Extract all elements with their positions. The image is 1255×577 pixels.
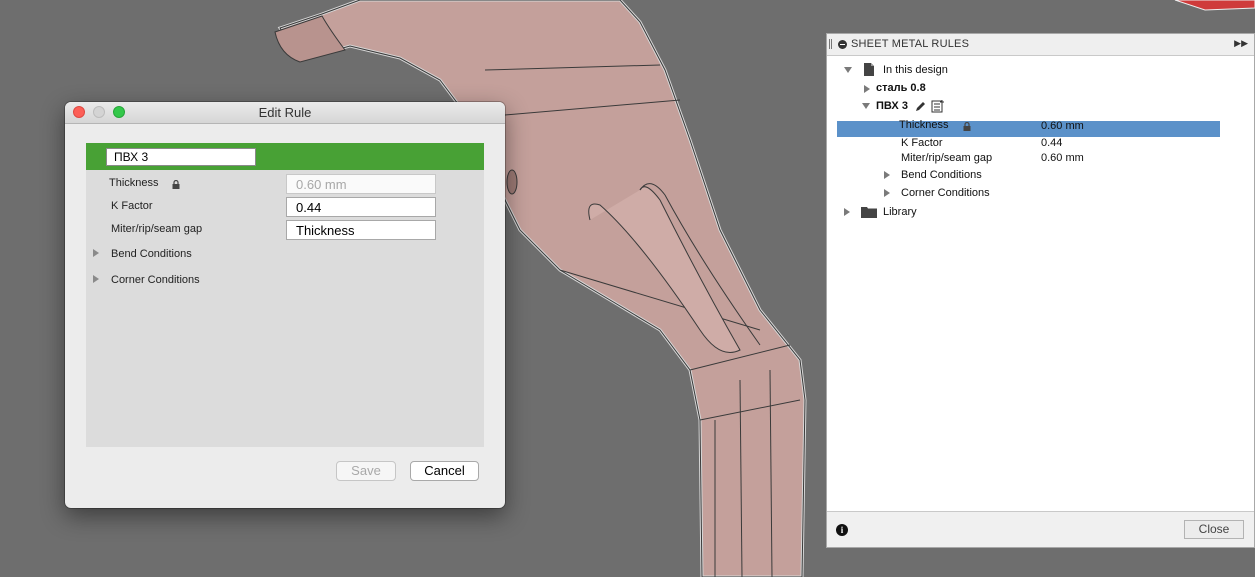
library-label[interactable]: Library bbox=[883, 206, 917, 218]
thickness-field: 0.60 mm bbox=[286, 174, 436, 194]
k-factor-label: K Factor bbox=[901, 137, 943, 149]
folder-icon bbox=[861, 207, 877, 218]
rules-tree: In this design сталь 0.8 ПВХ 3 Thickness… bbox=[827, 56, 1254, 511]
rule-name-bar: ПВХ 3 bbox=[86, 143, 484, 170]
rule-1-item[interactable]: сталь 0.8 bbox=[876, 82, 926, 94]
miter-gap-label: Miter/rip/seam gap bbox=[111, 223, 203, 235]
k-factor-field[interactable]: 0.44 bbox=[286, 197, 436, 217]
close-button[interactable]: Close bbox=[1184, 520, 1244, 539]
corner-conditions-expand-icon[interactable] bbox=[884, 189, 890, 197]
panel-footer: i Close bbox=[827, 511, 1254, 547]
k-factor-value: 0.44 bbox=[1041, 137, 1063, 149]
corner-conditions-item[interactable]: Corner Conditions bbox=[901, 187, 990, 199]
thickness-label: Thickness bbox=[109, 177, 159, 189]
bend-conditions-expand-icon[interactable] bbox=[93, 249, 99, 257]
rule-2-collapse-icon[interactable] bbox=[862, 103, 870, 109]
in-this-design-label[interactable]: In this design bbox=[883, 64, 948, 76]
corner-conditions-label[interactable]: Corner Conditions bbox=[111, 274, 200, 286]
bend-conditions-expand-icon[interactable] bbox=[884, 171, 890, 179]
collapse-icon[interactable] bbox=[838, 40, 847, 49]
cancel-button[interactable]: Cancel bbox=[410, 461, 479, 481]
k-factor-label: K Factor bbox=[111, 200, 153, 212]
rule-list-icon[interactable] bbox=[931, 99, 946, 113]
expand-panel-icon[interactable]: ▶▶ bbox=[1234, 38, 1248, 49]
drag-grip-icon[interactable] bbox=[829, 39, 832, 49]
lock-icon bbox=[172, 180, 180, 189]
save-button[interactable]: Save bbox=[336, 461, 396, 481]
miter-gap-value: 0.60 mm bbox=[1041, 152, 1084, 164]
thickness-label: Thickness bbox=[899, 119, 949, 131]
rule-2-item[interactable]: ПВХ 3 bbox=[876, 100, 908, 112]
in-this-design-collapse-icon[interactable] bbox=[844, 67, 852, 73]
miter-gap-label: Miter/rip/seam gap bbox=[901, 152, 993, 164]
bend-conditions-item[interactable]: Bend Conditions bbox=[901, 169, 982, 181]
selected-row-highlight bbox=[837, 121, 1220, 137]
edit-rule-dialog: Edit Rule ПВХ 3 Thickness 0.60 mm K Fact… bbox=[65, 102, 505, 508]
rule-1-expand-icon[interactable] bbox=[864, 85, 870, 93]
sheet-metal-rules-panel: SHEET METAL RULES ▶▶ In this design стал… bbox=[826, 33, 1255, 548]
panel-title: SHEET METAL RULES bbox=[851, 38, 970, 50]
corner-conditions-expand-icon[interactable] bbox=[93, 275, 99, 283]
info-icon[interactable]: i bbox=[836, 524, 848, 536]
miter-gap-field[interactable]: Thickness bbox=[286, 220, 436, 240]
document-icon bbox=[864, 63, 874, 76]
bend-conditions-label[interactable]: Bend Conditions bbox=[111, 248, 192, 260]
lock-icon bbox=[963, 122, 971, 131]
dialog-titlebar[interactable]: Edit Rule bbox=[65, 102, 505, 124]
dialog-title: Edit Rule bbox=[258, 105, 312, 120]
library-expand-icon[interactable] bbox=[844, 208, 850, 216]
rule-properties-panel: ПВХ 3 Thickness 0.60 mm K Factor 0.44 Mi… bbox=[86, 143, 484, 447]
thickness-value: 0.60 mm bbox=[1041, 120, 1084, 132]
edit-pencil-icon[interactable] bbox=[914, 100, 927, 113]
rule-name-input[interactable]: ПВХ 3 bbox=[106, 148, 256, 166]
panel-header[interactable]: SHEET METAL RULES ▶▶ bbox=[827, 34, 1254, 56]
